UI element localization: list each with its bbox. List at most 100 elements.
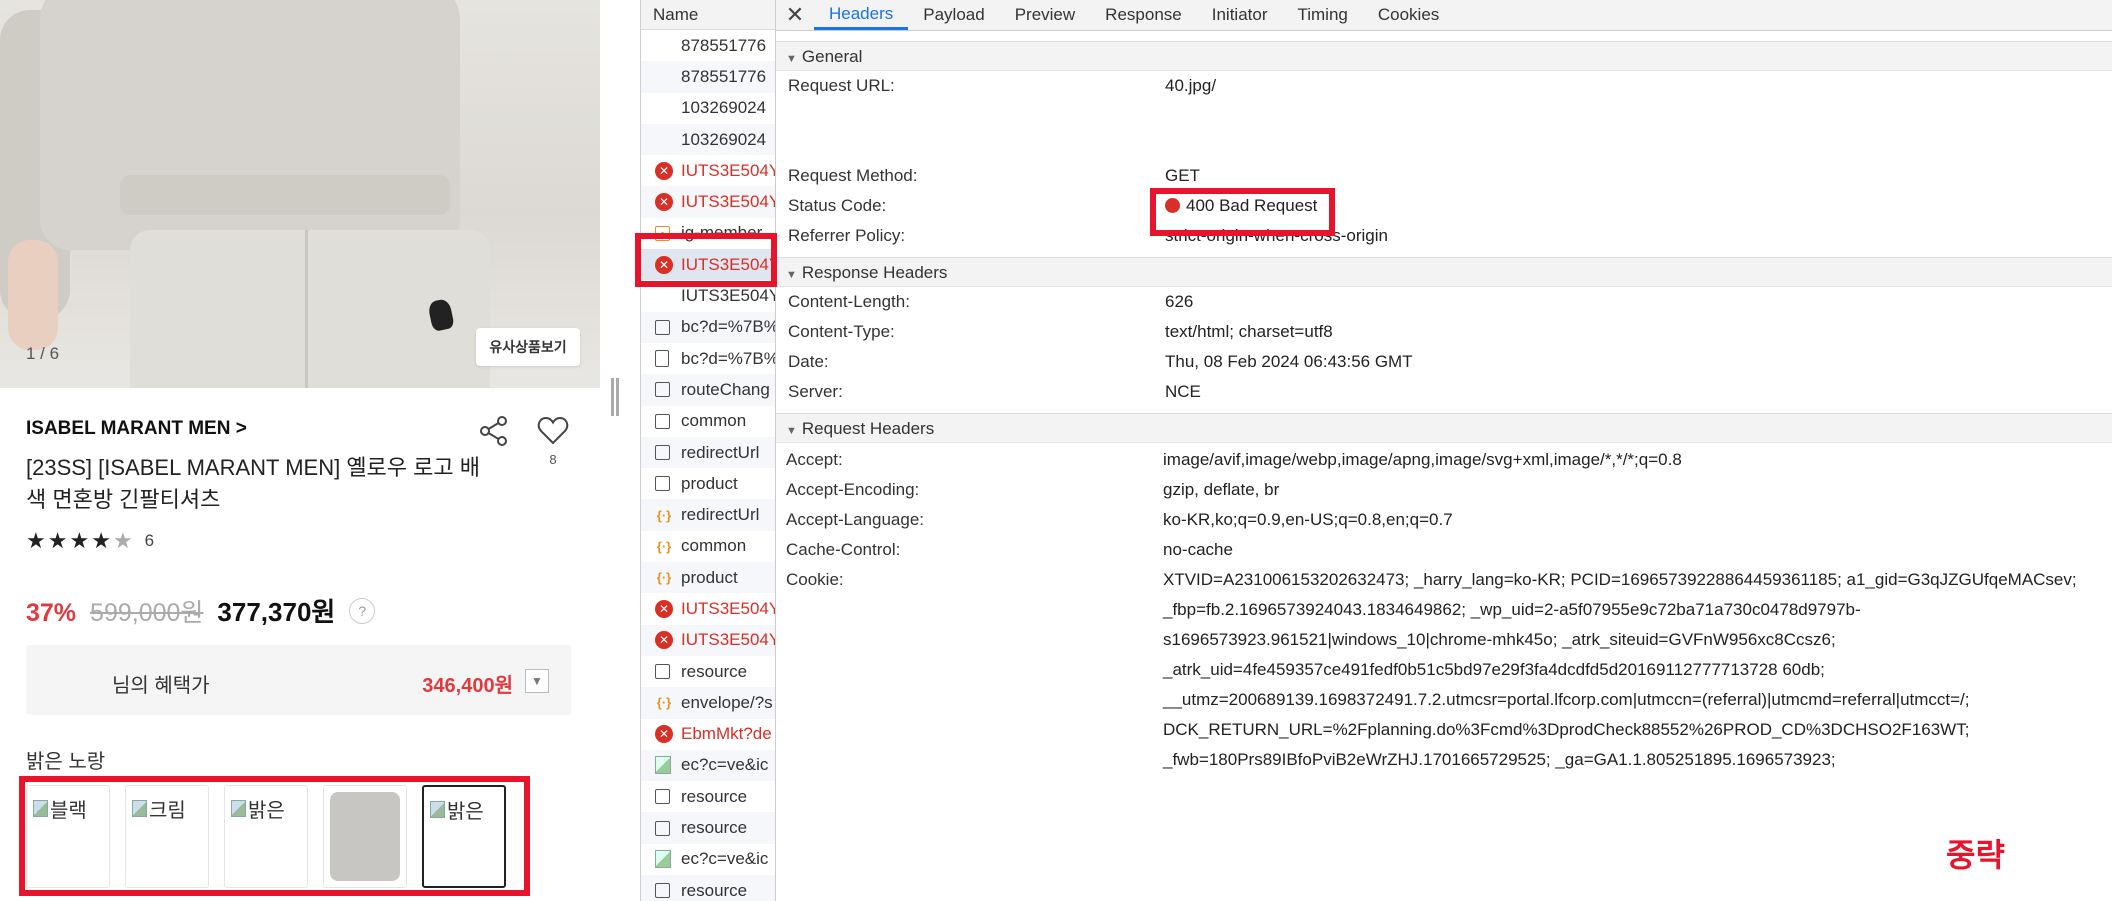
help-icon[interactable]: ? <box>349 597 376 624</box>
panel-resize-handle[interactable] <box>611 378 619 416</box>
request-row[interactable]: bc?d=%7B% <box>641 343 775 374</box>
request-row[interactable]: 103269024 <box>641 123 775 156</box>
script-icon: ▪ <box>655 225 670 241</box>
product-photo[interactable]: 1 / 6 유사상품보기 <box>0 0 600 388</box>
image-icon <box>655 850 671 869</box>
header-row: Accept-Encoding: gzip, deflate, br <box>776 475 2112 505</box>
request-rows: 878551776 878551776 103269024 103269024 ✕ IUT… <box>641 30 775 901</box>
original-price: 599,000원 <box>90 599 204 627</box>
request-row[interactable]: 878551776 <box>641 30 775 61</box>
request-row[interactable]: 878551776 <box>641 61 775 93</box>
request-name: 878551776 <box>681 66 767 86</box>
request-row[interactable]: IUTS3E504Y <box>641 280 775 311</box>
request-row[interactable]: ✕ IUTS3E504Y <box>641 186 775 218</box>
broken-image-icon <box>430 801 445 818</box>
request-row[interactable]: ✕ EbmMkt?de <box>641 719 775 750</box>
request-name: resource <box>681 818 748 838</box>
broken-image-icon <box>231 800 246 817</box>
request-icon <box>655 413 670 429</box>
request-name: IUTS3E504Y <box>681 630 776 650</box>
tab-headers[interactable]: Headers <box>814 0 909 30</box>
request-row[interactable]: ec?c=ve&ic <box>641 844 775 875</box>
error-icon: ✕ <box>655 193 673 212</box>
request-row[interactable]: ec?c=ve&ic <box>641 749 775 782</box>
request-row[interactable]: product <box>641 468 775 499</box>
request-name: IUTS3E504Y <box>681 598 776 618</box>
cookie-line: DCK_RETURN_URL=%2Fplanning.do%3Fcmd%3Dpr… <box>1163 720 1970 739</box>
color-swatch[interactable]: 크림 <box>125 785 209 888</box>
request-row[interactable]: {·} envelope/?s <box>641 687 775 719</box>
header-key: Request Method: <box>788 166 918 185</box>
request-row[interactable]: ▪ ig-member <box>641 218 775 249</box>
cookie-value: XTVID=A231006153202632473; _harry_lang=k… <box>1163 565 2103 775</box>
request-row[interactable]: bc?d=%7B% <box>641 311 775 343</box>
rating[interactable]: ★ ★ ★ ★ ★ 6 <box>26 530 154 552</box>
broken-image: 밝은 <box>430 795 484 824</box>
header-key: Request URL: <box>788 76 895 95</box>
header-row: Content-Length: 626 <box>776 287 2112 317</box>
request-name: EbmMkt?de <box>681 724 772 744</box>
benefit-price-box[interactable]: 님의 혜택가 346,400원 ▼ <box>26 645 571 715</box>
request-name: routeChang <box>681 379 770 399</box>
swatch-alt-text: 크림 <box>149 800 186 822</box>
cookie-line: __utmz=200689139.1698372491.7.2.utmcsr=p… <box>1163 690 1970 709</box>
request-icon <box>655 883 670 899</box>
request-icon <box>655 319 670 335</box>
request-row[interactable]: 103269024 <box>641 93 775 124</box>
star-icon: ★ <box>47 528 68 553</box>
tab-response[interactable]: Response <box>1090 0 1197 30</box>
request-row[interactable]: ✕ IUTS3E504Y <box>641 624 776 656</box>
color-swatch[interactable]: 블랙 <box>26 785 110 888</box>
color-swatch[interactable]: 밝은 <box>224 785 308 888</box>
request-row[interactable]: ✕ IUTS3E504Y <box>641 593 775 624</box>
request-row[interactable]: common <box>641 406 775 437</box>
request-row[interactable]: ✕ IUTS3E504Y <box>641 155 775 186</box>
request-row[interactable]: ✕ IUTS3E504Y <box>641 249 775 281</box>
request-row[interactable]: {·} product <box>641 562 775 594</box>
similar-products-button[interactable]: 유사상품보기 <box>476 328 580 366</box>
cookie-line: _fwb=180Prs89IBfoPviB2eWrZHJ.17016657295… <box>1163 750 1836 769</box>
brand-link[interactable]: ISABEL MARANT MEN > <box>26 418 247 440</box>
tab-timing[interactable]: Timing <box>1282 0 1362 30</box>
color-swatch[interactable] <box>323 785 407 888</box>
request-name: ec?c=ve&ic <box>681 755 769 775</box>
header-value: GET <box>1165 166 1200 185</box>
request-row[interactable]: resource <box>641 781 775 812</box>
heart-icon[interactable] <box>536 414 570 448</box>
request-row[interactable]: resource <box>641 812 775 844</box>
request-url-value[interactable]: 40.jpg/ <box>1165 76 1216 96</box>
header-value: NCE <box>1165 382 1201 401</box>
error-icon: ✕ <box>655 599 673 618</box>
header-key: Cache-Control: <box>786 540 901 559</box>
error-icon: ✕ <box>655 725 673 744</box>
close-icon[interactable]: ✕ <box>776 0 814 30</box>
share-icon[interactable] <box>477 414 511 448</box>
tab-initiator[interactable]: Initiator <box>1197 0 1283 30</box>
name-column-header[interactable]: Name <box>641 0 775 30</box>
request-headers-section-header[interactable]: ▼ Request Headers <box>776 413 2112 443</box>
request-name: common <box>681 411 747 431</box>
header-key: Cookie: <box>786 570 844 589</box>
fetch-icon: {·} <box>656 507 672 523</box>
header-row: Content-Type: text/html; charset=utf8 <box>776 317 2112 347</box>
chevron-down-icon[interactable]: ▼ <box>525 669 549 693</box>
color-swatch-selected[interactable]: 밝은 <box>422 785 506 888</box>
request-name: redirectUrl <box>681 442 760 462</box>
omitted-annotation: 중략 <box>1946 837 2005 873</box>
tab-payload[interactable]: Payload <box>908 0 999 30</box>
general-section-header[interactable]: ▼ General <box>776 41 2112 71</box>
error-icon: ✕ <box>655 161 673 180</box>
response-headers-section-header[interactable]: ▼ Response Headers <box>776 257 2112 287</box>
benefit-label: 님의 혜택가 <box>112 675 210 697</box>
request-row[interactable]: routeChang <box>641 374 775 406</box>
request-row[interactable]: redirectUrl <box>641 436 775 469</box>
tab-preview[interactable]: Preview <box>1000 0 1090 30</box>
request-name: product <box>681 567 738 587</box>
request-row[interactable]: resource <box>641 875 775 901</box>
tab-cookies[interactable]: Cookies <box>1363 0 1454 30</box>
fetch-icon: {·} <box>656 695 672 711</box>
header-value: ko-KR,ko;q=0.9,en-US;q=0.8,en;q=0.7 <box>1163 510 1453 529</box>
request-row[interactable]: {·} redirectUrl <box>641 499 775 531</box>
request-row[interactable]: {·} common <box>641 531 775 562</box>
request-row[interactable]: resource <box>641 656 775 687</box>
